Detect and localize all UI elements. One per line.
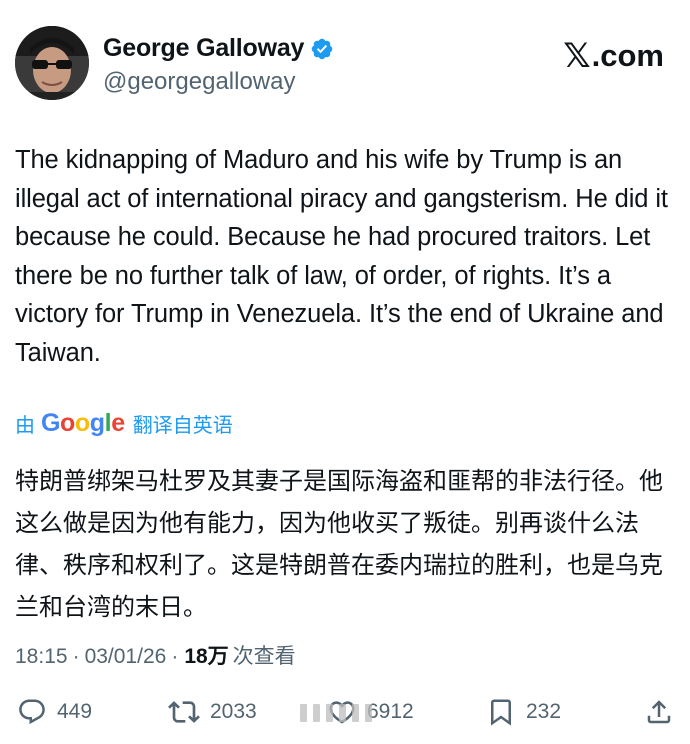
tweet-text-translated: 特朗普绑架马杜罗及其妻子是国际海盗和匪帮的非法行径。他这么做是因为他有能力，因为… xyxy=(15,467,663,621)
views-count: 18万 xyxy=(184,645,229,668)
bookmark-button[interactable]: 232 xyxy=(486,690,561,734)
bookmark-icon xyxy=(486,697,516,727)
brand-domain: .com xyxy=(591,38,664,73)
like-count: 6912 xyxy=(367,700,414,723)
avatar-photo-icon xyxy=(15,26,89,100)
author-handle[interactable]: @georgegalloway xyxy=(103,68,295,96)
reply-button[interactable]: 449 xyxy=(17,690,92,734)
x-logo-icon: 𝕏 xyxy=(563,36,591,76)
repost-count: 2033 xyxy=(210,700,257,723)
author-name-row: George Galloway xyxy=(103,34,334,63)
repost-icon xyxy=(168,696,200,728)
tweet-date[interactable]: 03/01/26 xyxy=(85,645,167,669)
watermark-overlay xyxy=(300,704,372,722)
reply-count: 449 xyxy=(57,700,93,723)
tweet-time[interactable]: 18:15 xyxy=(15,645,68,669)
verified-badge-icon xyxy=(310,37,334,61)
tweet-card: George Galloway @georgegalloway 𝕏 .com T… xyxy=(0,0,690,744)
x-brand: 𝕏 .com xyxy=(563,36,664,76)
tweet-meta: 18:15 · 03/01/26 · 18万 次查看 xyxy=(15,640,296,670)
author-display-name[interactable]: George Galloway xyxy=(103,34,304,63)
share-icon xyxy=(644,697,674,727)
author-avatar[interactable] xyxy=(15,26,89,100)
views-label: 次查看 xyxy=(232,645,296,668)
meta-separator-2: · xyxy=(171,645,179,668)
google-logo: Google xyxy=(41,409,125,437)
translation-attribution[interactable]: 由 Google 翻译自英语 xyxy=(15,409,233,438)
repost-button[interactable]: 2033 xyxy=(168,690,257,734)
translation-from-label: 翻译自英语 xyxy=(132,415,233,437)
meta-separator: · xyxy=(72,645,80,668)
tweet-text-original: The kidnapping of Maduro and his wife by… xyxy=(15,146,668,367)
reply-icon xyxy=(17,697,47,727)
share-button[interactable] xyxy=(644,690,674,734)
bookmark-count: 232 xyxy=(526,700,562,723)
translation-by-label: 由 xyxy=(15,415,35,437)
